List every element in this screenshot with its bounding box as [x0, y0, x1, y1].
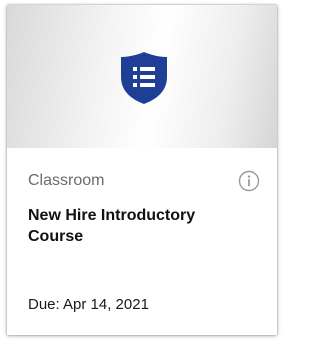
category-row: Classroom [28, 170, 260, 195]
course-title[interactable]: New Hire Introductory Course [28, 205, 228, 247]
info-icon[interactable] [238, 170, 260, 192]
course-card[interactable]: Classroom New Hire Introductory Course D… [7, 5, 277, 335]
shield-list-icon [121, 52, 167, 104]
due-date: Due: Apr 14, 2021 [28, 296, 149, 313]
course-category: Classroom [28, 172, 105, 189]
course-banner [7, 5, 277, 148]
